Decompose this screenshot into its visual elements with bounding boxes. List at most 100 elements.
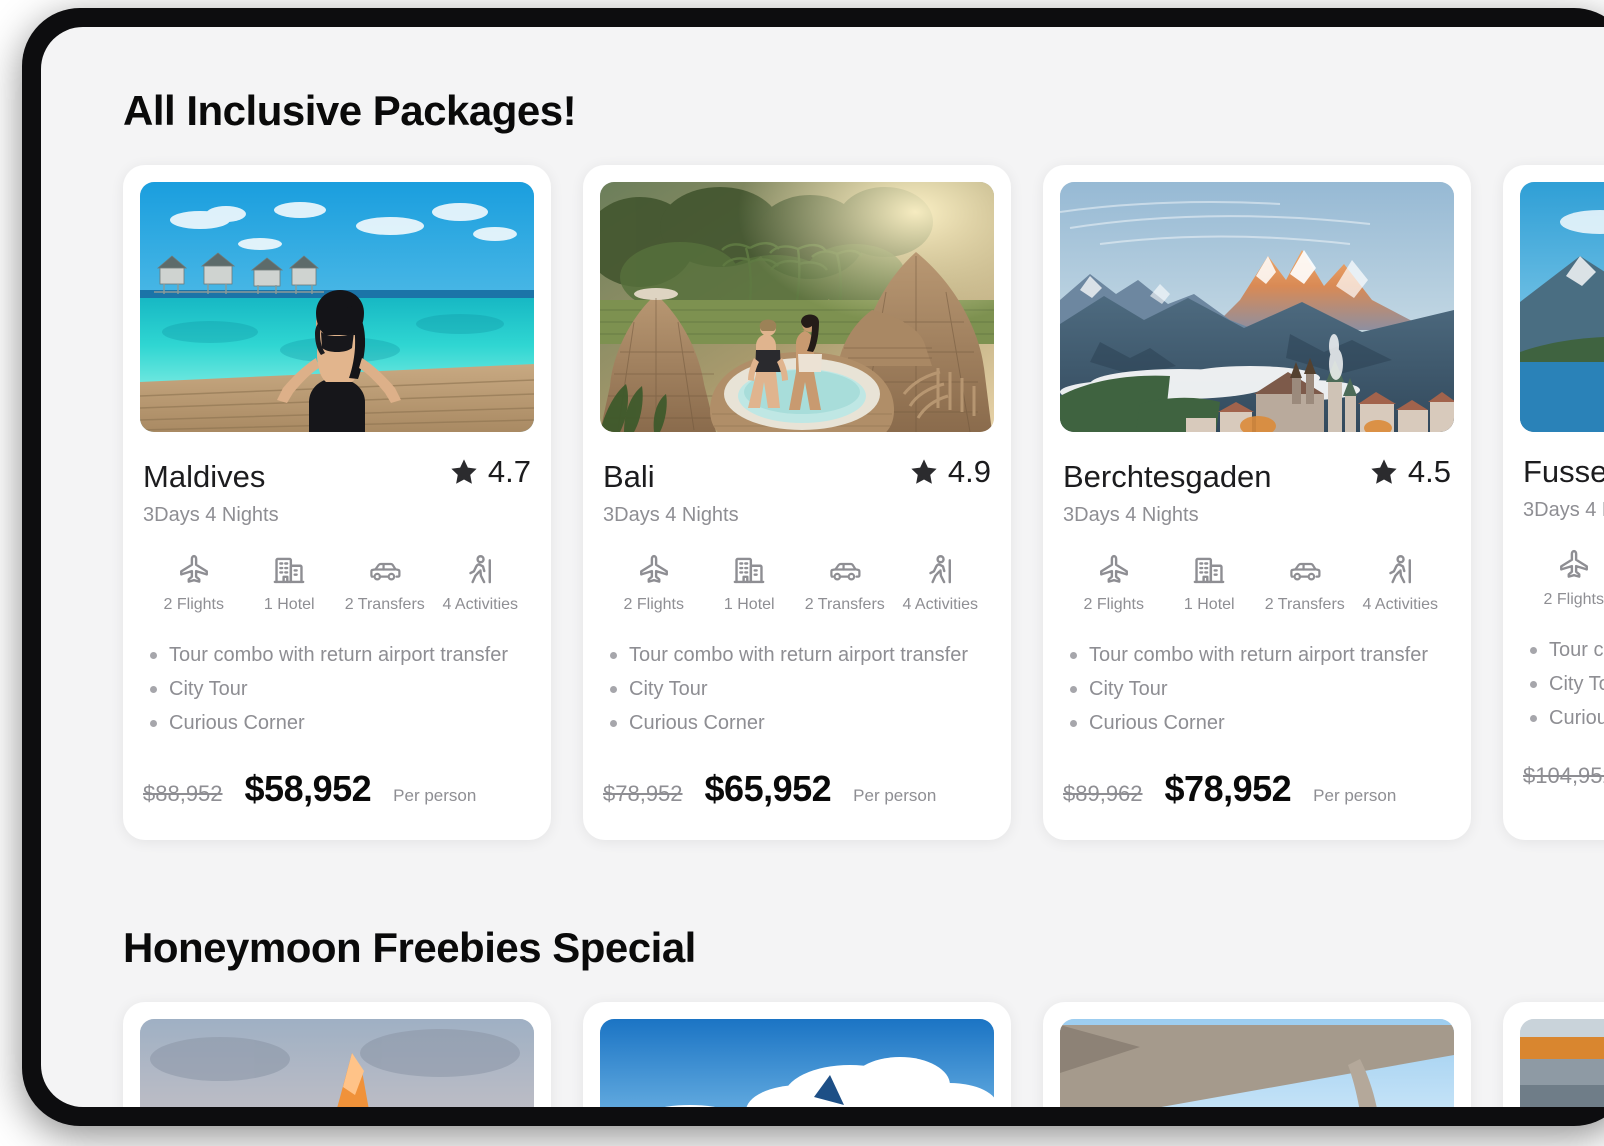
package-card[interactable]: Fussen 3Days 4 Nights 2 Flights 1 Hotel [1503,165,1604,840]
card-header: Berchtesgaden 4.5 [1060,454,1454,495]
inclusion-item: 4 Activities [433,553,529,614]
package-photo[interactable] [1520,182,1604,432]
feature-item: City Tour [1523,667,1604,701]
hiking-person-icon [923,553,957,587]
price-row: $89,962 $78,952 Per person [1060,768,1454,840]
package-card[interactable]: Bali 4.9 3Days 4 Nights 2 Flights 1 Hote… [583,165,1011,840]
package-card[interactable]: Berchtesgaden 4.5 3Days 4 Nights 2 Fligh… [1043,165,1471,840]
hotel-building-icon [272,553,306,587]
inclusion-label: 1 Hotel [723,596,775,613]
hiking-person-icon [1383,553,1417,587]
feature-list: Tour combo with return airport transfer … [140,638,534,740]
rating-value: 4.7 [487,454,531,489]
honeymoon-photo[interactable] [600,1019,994,1107]
package-photo[interactable] [1060,182,1454,432]
inclusions-row: 2 Flights 1 Hotel 2 Transfers [1060,553,1454,614]
honeymoon-card[interactable] [123,1002,551,1107]
feature-list: Tour combo with return airport transfer … [1060,638,1454,740]
price-current: $65,952 [704,768,832,809]
package-duration: 3Days 4 Nights [603,504,739,526]
feature-item: City Tour [603,672,991,706]
airplane-icon [1557,548,1591,582]
price-original: $89,962 [1063,781,1143,806]
rating: 4.9 [909,454,991,490]
airplane-icon [637,553,671,587]
feature-item: Curious Corner [1523,701,1604,735]
honeymoon-photo[interactable] [1520,1019,1604,1107]
card-header: Maldives 4.7 [140,454,534,495]
hotel-building-icon [732,553,766,587]
package-name: Maldives [143,459,266,494]
inclusion-item: 2 Flights [1066,553,1162,614]
hiking-person-icon [463,553,497,587]
honeymoon-card-row[interactable] [123,1002,1604,1107]
honeymoon-photo[interactable] [1060,1019,1454,1107]
device-frame: All Inclusive Packages! Maldives 4.7 3Da… [22,8,1604,1126]
inclusion-item: 2 Transfers [337,553,433,614]
inclusion-label: 1 Hotel [263,596,315,613]
price-current: $78,952 [1164,768,1292,809]
inclusion-label: 2 Flights [623,596,684,613]
inclusion-label: 2 Transfers [1264,596,1345,613]
honeymoon-card[interactable] [1043,1002,1471,1107]
honeymoon-card[interactable] [583,1002,1011,1107]
inclusion-label: 4 Activities [902,596,979,613]
package-duration: 3Days 4 Nights [143,504,279,526]
star-icon [909,457,939,487]
feature-item: Curious Corner [143,706,531,740]
inclusions-row: 2 Flights 1 Hotel 2 Transfers [1520,548,1604,609]
inclusion-label: 2 Flights [1083,596,1144,613]
inclusion-item: 2 Transfers [1257,553,1353,614]
star-icon [1369,457,1399,487]
inclusion-item: 2 Flights [1526,548,1604,609]
inclusion-label: 2 Transfers [344,596,425,613]
feature-list: Tour combo with return airport transfer … [1520,633,1604,735]
inclusion-label: 1 Hotel [1183,596,1235,613]
package-photo[interactable] [600,182,994,432]
card-header: Bali 4.9 [600,454,994,495]
price-original: $104,952 [1523,763,1604,788]
feature-list: Tour combo with return airport transfer … [600,638,994,740]
price-row: $104,952 [1520,763,1604,819]
price-row: $78,952 $65,952 Per person [600,768,994,840]
inclusion-item: 1 Hotel [242,553,338,614]
page-scroll-area[interactable]: All Inclusive Packages! Maldives 4.7 3Da… [41,27,1604,1107]
package-duration: 3Days 4 Nights [1523,499,1604,521]
package-name: Fussen [1523,454,1604,489]
feature-item: Curious Corner [603,706,991,740]
card-header: Fussen [1520,454,1604,490]
price-unit: Per person [1313,786,1397,805]
inclusion-label: 4 Activities [442,596,519,613]
page-title-all-inclusive: All Inclusive Packages! [123,87,577,134]
inclusion-label: 2 Transfers [804,596,885,613]
rating: 4.7 [449,454,531,490]
price-row: $88,952 $58,952 Per person [140,768,534,840]
inclusions-row: 2 Flights 1 Hotel 2 Transfers [600,553,994,614]
inclusion-label: 2 Flights [1543,591,1604,608]
package-photo[interactable] [140,182,534,432]
rating-value: 4.5 [1407,454,1451,489]
price-unit: Per person [853,786,937,805]
feature-item: City Tour [143,672,531,706]
feature-item: Tour combo with return airport transfer [143,638,531,672]
package-card-row[interactable]: Maldives 4.7 3Days 4 Nights 2 Flights 1 … [123,165,1604,840]
inclusion-item: 2 Transfers [797,553,893,614]
inclusion-label: 4 Activities [1362,596,1439,613]
honeymoon-photo[interactable] [140,1019,534,1107]
feature-item: City Tour [1063,672,1451,706]
airplane-icon [1097,553,1131,587]
car-transfer-icon [368,553,402,587]
car-transfer-icon [828,553,862,587]
honeymoon-card[interactable] [1503,1002,1604,1107]
price-unit: Per person [393,786,477,805]
inclusion-item: 4 Activities [1353,553,1449,614]
price-original: $88,952 [143,781,223,806]
feature-item: Tour combo with return airport transfer [1063,638,1451,672]
package-name: Bali [603,459,655,494]
inclusions-row: 2 Flights 1 Hotel 2 Transfers [140,553,534,614]
package-card[interactable]: Maldives 4.7 3Days 4 Nights 2 Flights 1 … [123,165,551,840]
package-duration: 3Days 4 Nights [1063,504,1199,526]
rating: 4.5 [1369,454,1451,490]
feature-item: Curious Corner [1063,706,1451,740]
hotel-building-icon [1192,553,1226,587]
